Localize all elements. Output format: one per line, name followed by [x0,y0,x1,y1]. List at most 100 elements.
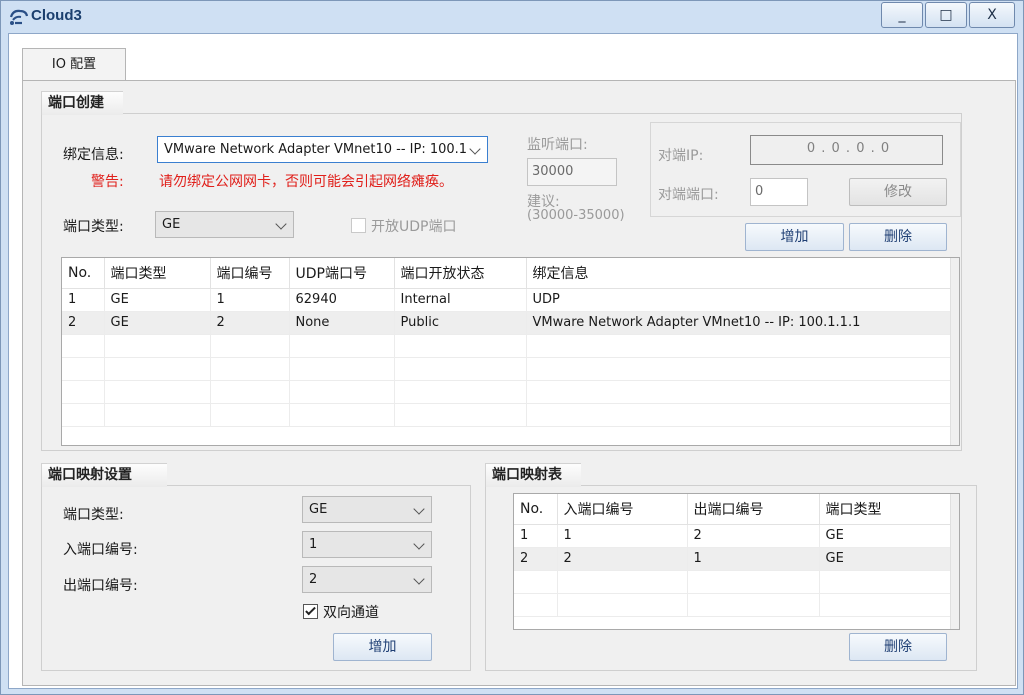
delete-port-button[interactable]: 删除 [849,223,947,251]
close-button[interactable]: X [969,2,1015,28]
table-cell [62,380,105,404]
maximize-button[interactable]: □ [925,2,967,28]
open-udp-checkbox[interactable] [351,218,366,233]
table-cell [687,593,820,617]
column-header[interactable]: 出端口编号 [687,494,820,525]
binding-info-select[interactable]: VMware Network Adapter VMnet10 -- IP: 10… [157,136,488,163]
table-cell [526,334,953,358]
column-header[interactable]: 绑定信息 [526,258,953,289]
column-header[interactable]: 端口类型 [819,494,953,525]
column-header[interactable]: No. [62,258,105,289]
table-cell [104,334,211,358]
column-header[interactable]: 入端口编号 [557,494,688,525]
table-row[interactable]: 1 1 2 GE [514,524,953,548]
port-mapping-table-title: 端口映射表 [485,463,581,487]
minimize-button[interactable]: _ [881,2,923,28]
table-cell: 1 [687,547,820,571]
binding-info-value: VMware Network Adapter VMnet10 -- IP: 10… [164,142,468,157]
table-cell [394,334,527,358]
listen-port-input[interactable]: 30000 [527,158,617,186]
table-cell: Internal [394,288,527,312]
table-cell [62,357,105,381]
port-type-label: 端口类型: [63,219,124,235]
port-type-value: GE [162,217,181,232]
table-cell [104,357,211,381]
port-type-select[interactable]: GE [155,211,294,238]
out-port-select[interactable]: 2 [302,566,432,593]
table-cell [557,570,688,594]
port-table[interactable]: No. 端口类型 端口编号 UDP端口号 端口开放状态 绑定信息 1 GE 1 62940 Int… [61,257,960,446]
peer-port-input[interactable]: 0 [750,178,808,206]
table-cell [289,403,395,427]
peer-port-label: 对端端口: [658,187,719,203]
port-creation-title: 端口创建 [41,91,123,115]
scrollbar[interactable] [950,258,959,445]
table-row[interactable]: 1 GE 1 62940 Internal UDP [62,288,953,312]
table-cell: 1 [514,524,558,548]
table-cell [557,593,688,617]
bidirectional-checkbox[interactable] [303,604,318,619]
scrollbar[interactable] [950,494,959,629]
delete-mapping-button[interactable]: 删除 [849,633,947,661]
table-cell: 2 [62,311,105,335]
title-bar[interactable]: Cloud3 _ □ X [1,1,1023,33]
table-cell: None [289,311,395,335]
cloud3-window: Cloud3 _ □ X IO 配置 端口创建 绑定信息: VMware Net… [0,0,1024,695]
table-cell [819,570,953,594]
empty-row [514,593,953,617]
table-cell: 2 [557,547,688,571]
column-header[interactable]: 端口编号 [210,258,290,289]
add-mapping-button[interactable]: 增加 [333,633,432,661]
map-port-type-select[interactable]: GE [302,496,432,523]
table-cell [526,403,953,427]
table-row[interactable]: 2 GE 2 None Public VMware Network Adapter VMn… [62,311,953,335]
table-cell: 62940 [289,288,395,312]
table-cell: 2 [210,311,290,335]
column-header[interactable]: No. [514,494,558,525]
table-cell [394,403,527,427]
chevron-down-icon [413,538,425,550]
mapping-table[interactable]: No. 入端口编号 出端口编号 端口类型 1 1 2 GE 2 2 1 GE [513,493,960,630]
table-cell [210,380,290,404]
table-cell: 1 [62,288,105,312]
table-cell [289,357,395,381]
modify-button[interactable]: 修改 [849,178,947,206]
column-header[interactable]: 端口开放状态 [394,258,527,289]
table-cell [289,334,395,358]
table-cell: GE [104,311,211,335]
table-row[interactable]: 2 2 1 GE [514,547,953,571]
warning-text: 请勿绑定公网网卡，否则可能会引起网络瘫痪。 [159,174,453,190]
peer-ip-label: 对端IP: [658,148,704,164]
chevron-down-icon [469,143,481,155]
map-port-type-value: GE [309,502,328,517]
table-cell [62,403,105,427]
empty-row [62,380,953,404]
empty-row [62,403,953,427]
column-header[interactable]: 端口类型 [104,258,211,289]
warning-label: 警告: [91,174,124,190]
add-port-button[interactable]: 增加 [745,223,844,251]
chevron-down-icon [413,573,425,585]
table-cell [526,357,953,381]
checkmark-icon [305,604,316,616]
peer-ip-input[interactable]: 0 . 0 . 0 . 0 [750,135,943,165]
table-cell: GE [104,288,211,312]
tab-io-config[interactable]: IO 配置 [22,48,126,81]
port-mapping-settings-title: 端口映射设置 [41,463,167,487]
table-cell [819,593,953,617]
in-port-select[interactable]: 1 [302,531,432,558]
table-cell [514,593,558,617]
in-port-value: 1 [309,537,318,552]
table-cell: 1 [557,524,688,548]
window-title: Cloud3 [31,7,82,24]
out-port-label: 出端口编号: [63,578,138,594]
table-cell: GE [819,524,953,548]
table-cell [394,357,527,381]
table-header-row: No. 入端口编号 出端口编号 端口类型 [514,494,953,525]
table-cell: 1 [210,288,290,312]
chevron-down-icon [275,218,287,230]
column-header[interactable]: UDP端口号 [289,258,395,289]
close-icon: X [987,7,997,23]
table-cell [514,570,558,594]
listen-port-label: 监听端口: [527,137,588,153]
